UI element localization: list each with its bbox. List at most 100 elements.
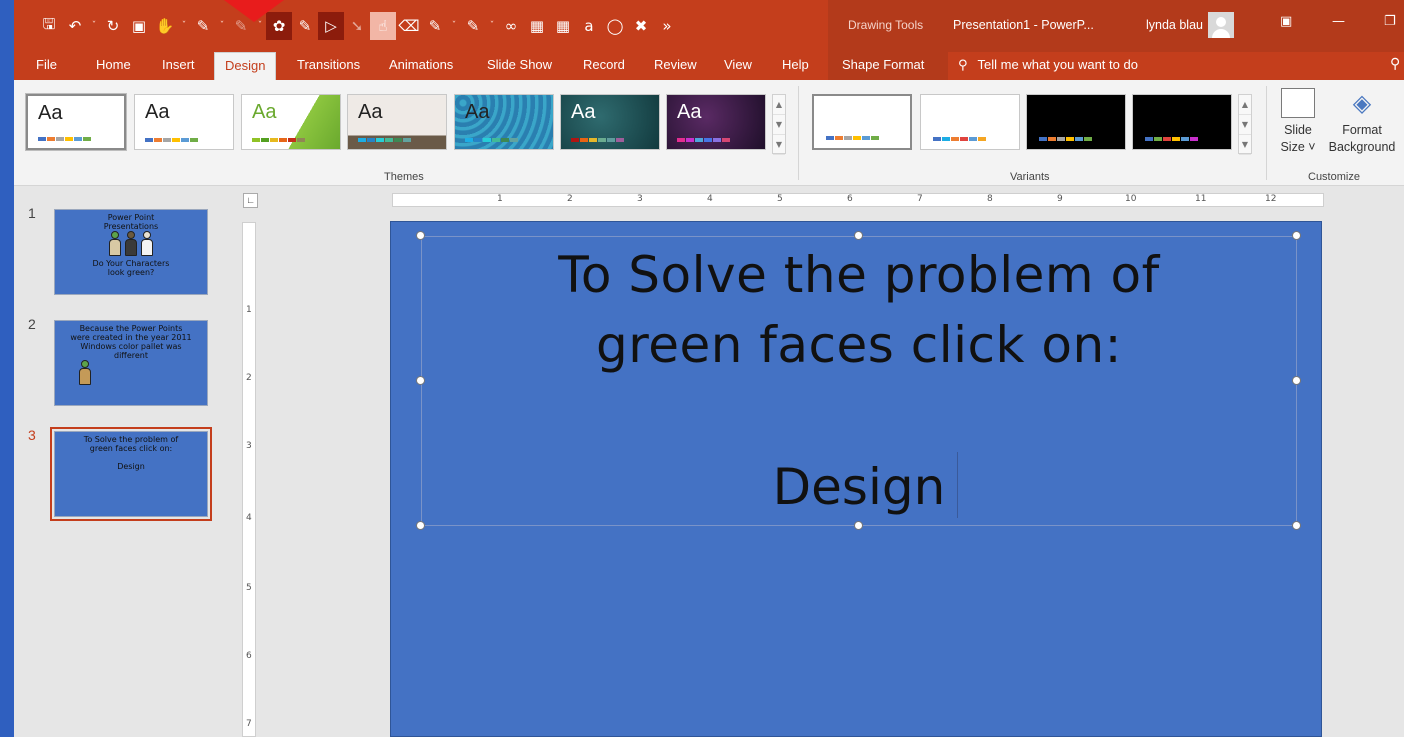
ink-to-text-icon[interactable]: a [576, 12, 602, 40]
user-name[interactable]: lynda blau [1146, 18, 1203, 32]
ruler-tick-label: 3 [246, 441, 252, 451]
theme-ion[interactable]: Aa [560, 94, 660, 150]
themes-scroll[interactable]: ▲ ▼ ▼ [772, 94, 786, 155]
theme-organic[interactable]: Aa [666, 94, 766, 150]
highlighter-icon[interactable]: ✎ [422, 12, 448, 40]
resize-handle[interactable] [416, 521, 425, 530]
touch-draw-icon[interactable]: ☝ [370, 12, 396, 40]
variant-2[interactable] [920, 94, 1020, 150]
scroll-up-icon[interactable]: ▲ [1239, 95, 1251, 115]
avatar[interactable] [1208, 12, 1234, 38]
resize-handle[interactable] [1292, 231, 1301, 240]
resize-handle[interactable] [854, 231, 863, 240]
redo-icon[interactable]: ↻ [100, 12, 126, 40]
scroll-up-icon[interactable]: ▲ [773, 95, 785, 115]
touch-mode-icon[interactable]: ✋ [152, 12, 178, 40]
ink-to-math-icon[interactable]: ∞ [498, 12, 524, 40]
tab-help[interactable]: Help [772, 52, 819, 80]
more-icon[interactable]: » [654, 12, 680, 40]
lasso-select-icon[interactable]: ◯ [602, 12, 628, 40]
minimize-icon[interactable]: — [1332, 14, 1345, 29]
draw-icon[interactable]: ✎ [190, 12, 216, 40]
ruler-tick-label: 5 [246, 583, 252, 593]
thumb-text: To Solve the problem of [83, 435, 179, 444]
more-themes-icon[interactable]: ▼ [773, 135, 785, 155]
slide-canvas[interactable]: To Solve the problem of green faces clic… [390, 221, 1322, 737]
text-cursor [957, 452, 958, 518]
tab-animations[interactable]: Animations [379, 52, 463, 80]
theme-office-2[interactable]: Aa [134, 94, 234, 150]
slide-size-button[interactable]: Slide Size ˅ [1276, 88, 1320, 156]
slide-thumbnail-3[interactable]: To Solve the problem of green faces clic… [50, 427, 212, 521]
tab-selector[interactable]: ∟ [243, 193, 258, 208]
tab-insert[interactable]: Insert [152, 52, 205, 80]
thumb-text: Presentations [103, 222, 159, 231]
share-icon[interactable]: ⚲ [1390, 56, 1400, 72]
thumb-text: were created in the year 2011 [70, 333, 192, 342]
tab-review[interactable]: Review [644, 52, 707, 80]
thumb-text: look green? [107, 268, 155, 277]
slide-text-line: green faces click on: [596, 316, 1122, 374]
present-icon[interactable]: ▣ [126, 12, 152, 40]
more-variants-icon[interactable]: ▼ [1239, 135, 1251, 155]
tab-shape-format[interactable]: Shape Format [828, 52, 948, 80]
tab-home[interactable]: Home [86, 52, 141, 80]
ruler-tick-label: 8 [987, 194, 993, 204]
resize-handle[interactable] [416, 231, 425, 240]
tab-design[interactable]: Design [214, 52, 277, 80]
theme-ion-boardroom[interactable]: Aa [454, 94, 554, 150]
scroll-down-icon[interactable]: ▼ [773, 115, 785, 135]
theme-integral[interactable]: Aa [347, 94, 447, 150]
replay-icon[interactable]: ▷ [318, 12, 344, 40]
tab-file[interactable]: File [26, 52, 67, 80]
theme-office[interactable]: Aa [25, 93, 127, 151]
ribbon-display-options-icon[interactable]: ▣ [1280, 14, 1292, 29]
scroll-down-icon[interactable]: ▼ [1239, 115, 1251, 135]
variants-group-label: Variants [1010, 171, 1050, 183]
slide-size-label-1: Slide [1284, 123, 1312, 137]
tell-me-search[interactable]: ⚲ Tell me what you want to do [958, 52, 1138, 80]
tab-transitions[interactable]: Transitions [287, 52, 370, 80]
slide-size-icon [1281, 88, 1315, 118]
touch-dropdown-icon[interactable]: ˇ [178, 12, 190, 40]
thumb-text: Because the Power Points [79, 324, 183, 333]
resize-handle[interactable] [1292, 521, 1301, 530]
save-icon[interactable]: 🖫 [36, 12, 62, 40]
ink-replay-icon[interactable]: ▦ [550, 12, 576, 40]
group-divider [798, 86, 799, 180]
highlighter-dropdown-icon[interactable]: ˇ [448, 12, 460, 40]
horizontal-ruler[interactable]: 1 2 3 4 5 6 7 8 9 10 11 12 [392, 193, 1324, 207]
theme-facet[interactable]: Aa [241, 94, 341, 150]
ink-to-shape-icon[interactable]: ▦ [524, 12, 550, 40]
ruler-tick-label: 2 [567, 194, 573, 204]
lasso-icon[interactable]: ➘ [344, 12, 370, 40]
brushes-icon[interactable]: ✎ [292, 12, 318, 40]
format-background-button[interactable]: ◈ Format Background [1320, 88, 1404, 156]
ruler-tick-label: 7 [246, 719, 252, 729]
eraser-tool-icon[interactable]: ✖ [628, 12, 654, 40]
resize-handle[interactable] [854, 521, 863, 530]
eraser-icon[interactable]: ⌫ [396, 12, 422, 40]
variants-scroll[interactable]: ▲ ▼ ▼ [1238, 94, 1252, 155]
variant-3[interactable] [1026, 94, 1126, 150]
tab-view[interactable]: View [714, 52, 762, 80]
undo-dropdown-icon[interactable]: ˇ [88, 12, 100, 40]
ruler-draw-icon[interactable]: ✎ [460, 12, 486, 40]
slide-number: 3 [28, 427, 36, 443]
vertical-ruler[interactable]: 1 2 3 4 5 6 7 [242, 222, 256, 737]
thumb-text: green faces click on: [89, 444, 173, 453]
restore-icon[interactable]: ❐ [1384, 14, 1396, 29]
undo-icon[interactable]: ↶ [62, 12, 88, 40]
ruler-tick-label: 6 [246, 651, 252, 661]
tab-slideshow[interactable]: Slide Show [477, 52, 562, 80]
variant-4[interactable] [1132, 94, 1232, 150]
slide-size-label-2: Size ˅ [1280, 140, 1316, 154]
slide-title-text[interactable]: To Solve the problem of green faces clic… [421, 240, 1297, 380]
variant-1[interactable] [812, 94, 912, 150]
tab-record[interactable]: Record [573, 52, 635, 80]
slide-thumbnail-2[interactable]: Because the Power Points were created in… [54, 320, 208, 406]
slide-design-text[interactable]: Design [421, 452, 1297, 522]
slide-thumbnail-1[interactable]: Power Point Presentations Do Your Charac… [54, 209, 208, 295]
ruler-dropdown-icon[interactable]: ˇ [486, 12, 498, 40]
ruler-tick-label: 10 [1125, 194, 1137, 204]
